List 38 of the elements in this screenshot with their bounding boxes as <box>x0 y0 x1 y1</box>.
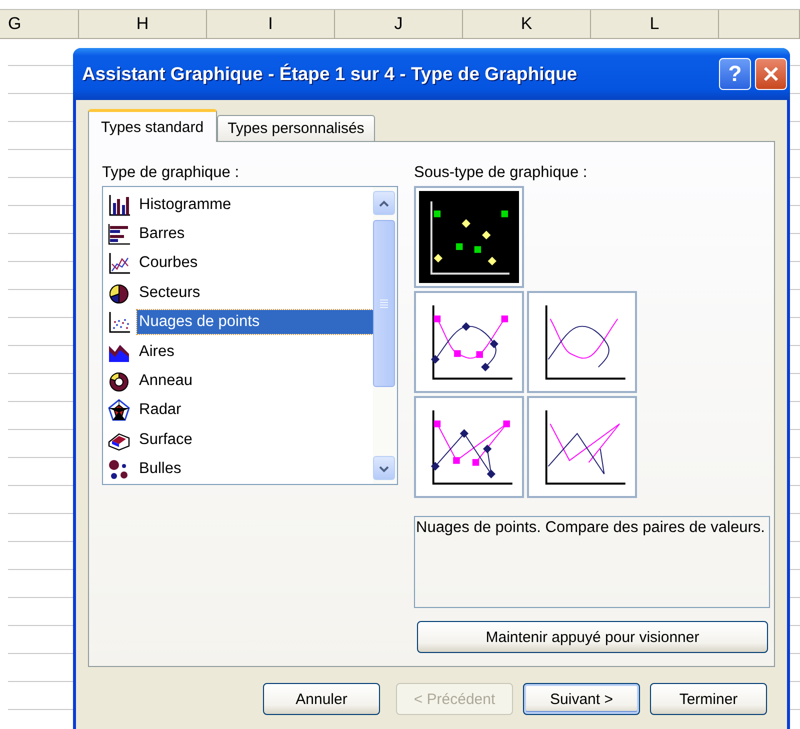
chart-type-list[interactable]: Histogramme Barres Courbes Secteurs Nuages de points Aires Anneau Radar Surface Bulles <box>102 186 398 485</box>
list-item[interactable]: Anneau <box>137 369 373 394</box>
dialog-button[interactable]: Terminer <box>650 683 767 715</box>
scroll-down-button[interactable] <box>373 456 395 480</box>
preview-button[interactable]: Maintenir appuyé pour visionner <box>417 621 768 653</box>
list-item[interactable]: Nuages de points <box>137 310 373 334</box>
column-header[interactable]: H <box>79 10 207 38</box>
scrollbar-thumb[interactable] <box>373 220 395 387</box>
dialog-button[interactable]: Annuler <box>263 683 380 715</box>
list-item[interactable]: Aires <box>137 340 373 364</box>
list-item[interactable]: Barres <box>137 222 373 246</box>
list-item[interactable]: Histogramme <box>137 192 373 217</box>
column-header[interactable]: J <box>335 10 463 38</box>
list-item[interactable]: Radar <box>137 398 373 422</box>
description-text: Nuages de points. Compare des paires de valeurs. <box>414 516 770 608</box>
bar-chart-icon <box>107 222 131 246</box>
list-label: Type de graphique : <box>102 164 240 182</box>
tab[interactable]: Types standard <box>88 109 217 142</box>
window-title: Assistant Graphique - Étape 1 sur 4 - Type de Graphique <box>82 63 578 85</box>
radar-chart-icon <box>107 398 131 422</box>
close-button[interactable] <box>755 58 787 90</box>
line-chart-icon <box>107 251 131 276</box>
column-header[interactable]: G <box>0 10 79 38</box>
list-label: Sous-type de graphique : <box>414 164 588 182</box>
list-item[interactable]: Courbes <box>137 251 373 276</box>
list-item[interactable]: Bulles <box>137 457 373 482</box>
scatter-chart-icon <box>107 310 131 334</box>
close-icon <box>762 65 780 83</box>
dialog-button[interactable]: Suivant > <box>523 683 640 715</box>
list-item[interactable]: Secteurs <box>137 280 373 305</box>
column-chart-icon <box>107 192 131 217</box>
column-header[interactable]: K <box>463 10 591 38</box>
column-header[interactable]: I <box>207 10 335 38</box>
grip-icon <box>380 298 388 308</box>
tab[interactable]: Types personnalisés <box>216 115 376 141</box>
list-item[interactable]: Surface <box>137 428 373 452</box>
scroll-up-button[interactable] <box>373 191 395 215</box>
column-header[interactable]: L <box>591 10 719 38</box>
